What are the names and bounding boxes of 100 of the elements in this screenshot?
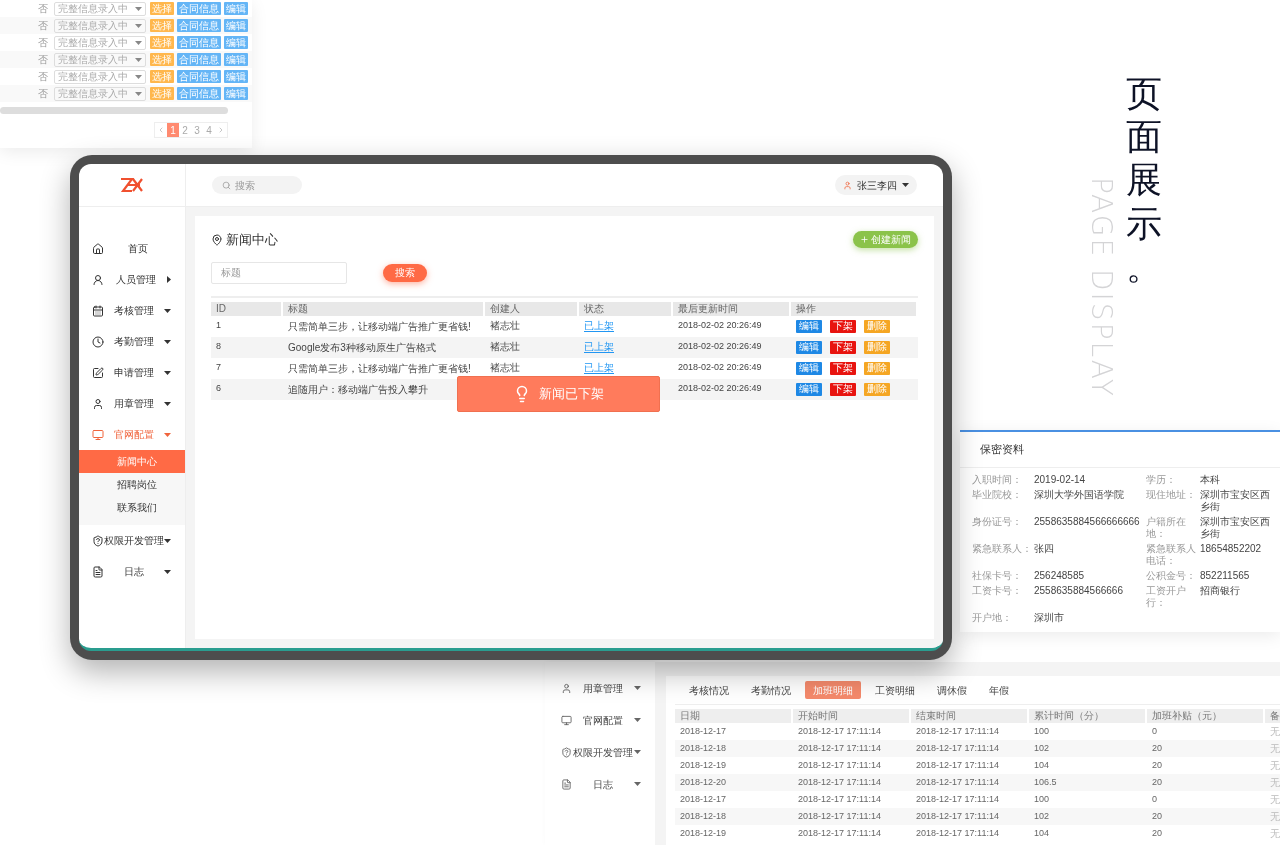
home-icon <box>92 242 104 255</box>
action-button[interactable]: 编辑 <box>224 53 248 66</box>
table-cell-text: 无 <box>1269 793 1280 807</box>
action-button[interactable]: 编辑 <box>796 340 822 354</box>
sidebar-item[interactable]: 权限开发管理 <box>545 736 655 768</box>
title-field[interactable]: 标题 <box>211 261 347 284</box>
heading-title: 页面展示。 <box>1126 72 1162 288</box>
action-button[interactable]: 合同信息 <box>177 70 221 83</box>
action-button[interactable]: 下架 <box>830 340 856 354</box>
submenu-item[interactable]: 联系我们 <box>79 496 185 519</box>
action-button[interactable]: 编辑 <box>796 361 822 375</box>
table-cell-text: 102 <box>1033 809 1051 823</box>
tab[interactable]: 调休假 <box>929 681 975 699</box>
sidebar-item[interactable]: 人员管理 <box>79 264 185 295</box>
tab[interactable]: 年假 <box>981 681 1017 699</box>
table-cell-text: 无 <box>1269 759 1280 773</box>
action-button[interactable]: 合同信息 <box>177 19 221 32</box>
status-link[interactable]: 已上架 <box>584 320 614 333</box>
action-button[interactable]: 下架 <box>830 382 856 396</box>
action-button[interactable]: 编辑 <box>224 19 248 32</box>
sidebar-item[interactable]: 考核管理 <box>79 295 185 326</box>
table-cell-text: 2018-02-02 20:26:49 <box>677 382 763 396</box>
action-button[interactable]: 编辑 <box>224 2 248 15</box>
action-button[interactable]: 编辑 <box>224 87 248 100</box>
action-button[interactable]: 删除 <box>864 361 890 375</box>
page-button[interactable]: 3 <box>191 123 203 137</box>
create-button[interactable]: 创建新闻 <box>853 231 918 249</box>
action-button[interactable]: 选择 <box>150 87 174 100</box>
action-button[interactable]: 选择 <box>150 53 174 66</box>
action-button[interactable]: 选择 <box>150 2 174 15</box>
action-button[interactable]: 删除 <box>864 340 890 354</box>
table-cell-text: 7 <box>215 361 222 375</box>
field-label: 户籍所在地： <box>1146 515 1187 540</box>
column-header: ID <box>211 301 281 316</box>
page-button[interactable]: 1 <box>167 123 179 137</box>
field-label: 工资开户行： <box>1146 584 1187 609</box>
status-select[interactable]: 完整信息录入中 <box>54 86 146 101</box>
tab[interactable]: 工资明细 <box>867 681 923 699</box>
status-select[interactable]: 完整信息录入中 <box>54 69 146 84</box>
submenu-item[interactable]: 新闻中心 <box>79 450 185 473</box>
sidebar-item[interactable]: 日志 <box>545 768 655 800</box>
field-label: 入职时间： <box>972 473 1023 486</box>
action-button[interactable]: 编辑 <box>224 36 248 49</box>
page-button[interactable]: 2 <box>179 123 191 137</box>
action-button[interactable]: 合同信息 <box>177 36 221 49</box>
action-button[interactable]: 删除 <box>864 319 890 333</box>
table-cell-text: 2018-12-19 <box>679 758 728 772</box>
sidebar-item[interactable]: 考勤管理 <box>79 326 185 357</box>
sidebar-item[interactable]: 日志 <box>79 556 185 587</box>
tab[interactable]: 考核情况 <box>681 681 737 699</box>
action-button[interactable]: 选择 <box>150 70 174 83</box>
column-header: 标题 <box>283 301 483 316</box>
table-cell-text: 20 <box>1151 809 1163 823</box>
sidebar-item[interactable]: 用章管理 <box>545 672 655 704</box>
action-button[interactable]: 选择 <box>150 36 174 49</box>
action-button[interactable]: 编辑 <box>796 319 822 333</box>
table-cell-text: 20 <box>1151 775 1163 789</box>
logo-icon <box>120 178 144 192</box>
search-field[interactable]: 搜索 <box>212 176 302 194</box>
sidebar-item[interactable]: 官网配置 <box>79 419 185 450</box>
document-icon <box>561 778 572 790</box>
action-button[interactable]: 合同信息 <box>177 2 221 15</box>
table-cell-text: 20 <box>1151 826 1163 840</box>
sidebar-item[interactable]: 首页 <box>79 233 185 264</box>
action-button[interactable]: 编辑 <box>796 382 822 396</box>
sidebar-item[interactable]: 申请管理 <box>79 357 185 388</box>
action-button[interactable]: 下架 <box>830 319 856 333</box>
table-cell-text: 2018-12-17 <box>679 792 728 806</box>
action-button[interactable]: 选择 <box>150 19 174 32</box>
sidebar-item[interactable]: 权限开发管理 <box>79 525 185 556</box>
status-select[interactable]: 完整信息录入中 <box>54 1 146 16</box>
scrollbar[interactable] <box>0 107 228 114</box>
user-icon <box>843 180 852 190</box>
user-menu[interactable]: 张三李四 <box>835 175 917 195</box>
action-button[interactable]: 编辑 <box>224 70 248 83</box>
search-button[interactable]: 搜索 <box>383 263 427 282</box>
action-button[interactable]: 删除 <box>864 382 890 396</box>
page-button[interactable]: 4 <box>203 123 215 137</box>
field-label: 工资卡号： <box>972 584 1023 598</box>
table-cell-text: 2018-12-17 17:11:14 <box>915 792 1000 806</box>
sidebar-item[interactable]: 官网配置 <box>545 704 655 736</box>
submenu-item[interactable]: 招聘岗位 <box>79 473 185 496</box>
field-label: 身份证号： <box>972 515 1023 529</box>
status-link[interactable]: 已上架 <box>584 341 614 354</box>
caret-icon <box>164 569 171 574</box>
sidebar-item[interactable]: 用章管理 <box>79 388 185 419</box>
table-cell-text: 否 <box>38 2 49 16</box>
status-select[interactable]: 完整信息录入中 <box>54 35 146 50</box>
status-link[interactable]: 已上架 <box>584 362 614 375</box>
status-select[interactable]: 完整信息录入中 <box>54 18 146 33</box>
status-select[interactable]: 完整信息录入中 <box>54 52 146 67</box>
table-cell: 褚志壮 <box>490 320 520 332</box>
tab[interactable]: 加班明细 <box>805 681 861 699</box>
action-button[interactable]: 合同信息 <box>177 87 221 100</box>
column-header: 操作 <box>791 301 916 316</box>
field-value: 2558635884566666 <box>1034 584 1124 598</box>
action-button[interactable]: 下架 <box>830 361 856 375</box>
shield-icon <box>561 746 572 758</box>
action-button[interactable]: 合同信息 <box>177 53 221 66</box>
tab[interactable]: 考勤情况 <box>743 681 799 699</box>
